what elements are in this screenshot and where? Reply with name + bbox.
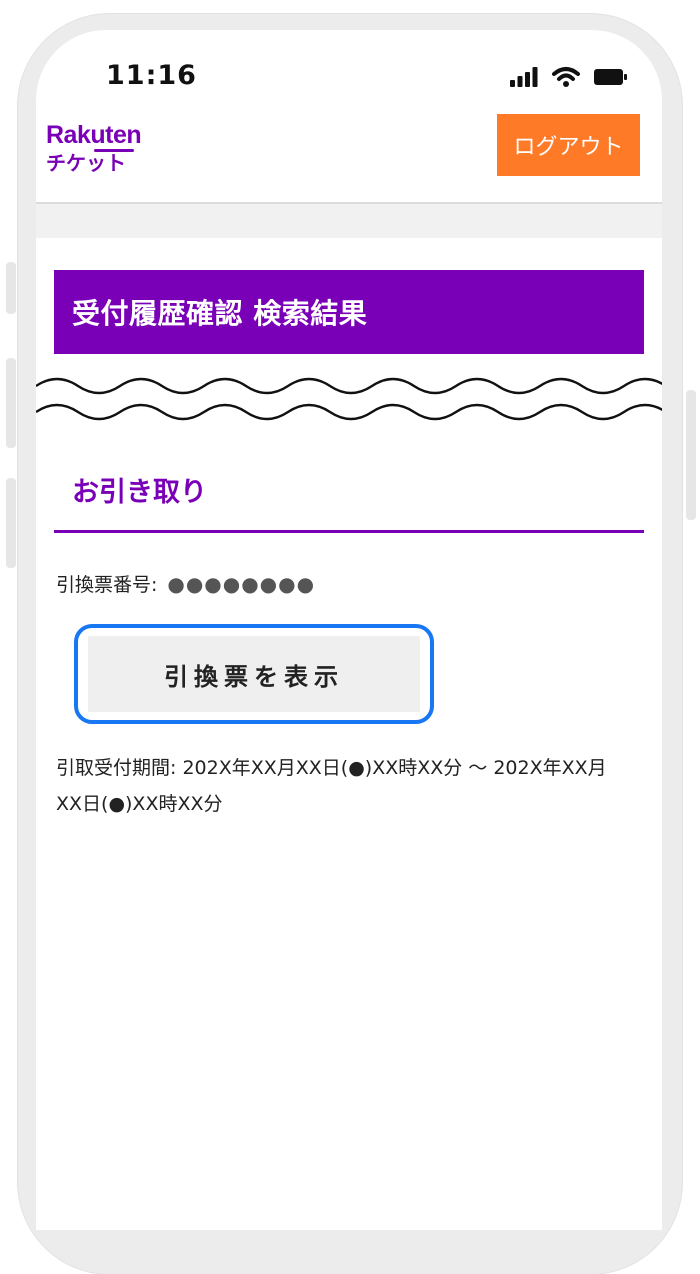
app-header: Rakuten チケット ログアウト (36, 110, 662, 204)
signal-icon (510, 67, 538, 91)
logo-text-bottom: チケット (46, 151, 126, 175)
status-time: 11:16 (106, 60, 197, 91)
logout-button[interactable]: ログアウト (497, 114, 640, 176)
battery-icon (594, 67, 628, 91)
side-button (6, 358, 16, 448)
logo-underline (94, 149, 134, 152)
ticket-number-label: 引換票番号: (56, 574, 158, 596)
rakuten-ticket-logo[interactable]: Rakuten チケット (46, 121, 142, 176)
status-icons (510, 66, 628, 92)
pickup-period-label: 引取受付期間: (56, 757, 177, 779)
show-ticket-button[interactable]: 引換票を表示 (88, 636, 420, 712)
logo-text-top: Rakuten (46, 121, 142, 149)
phone-screen: 11:16 Rakuten チケット ログアウト 受付履歴確認 検索結果 お引き… (36, 30, 662, 1230)
pickup-period: 引取受付期間: 202X年XX月XX日(●)XX時XX分 〜 202X年XX月X… (56, 750, 626, 822)
header-divider-band (36, 204, 662, 238)
page-title: 受付履歴確認 検索結果 (54, 270, 644, 354)
side-button (6, 262, 16, 314)
wifi-icon (552, 66, 580, 92)
side-button (6, 478, 16, 568)
wavy-divider (36, 377, 662, 421)
status-bar: 11:16 (36, 30, 662, 110)
section-underline (54, 530, 644, 533)
ticket-number-row: 引換票番号: ●●●●●●●● (56, 570, 315, 597)
ticket-number-value: ●●●●●●●● (167, 571, 316, 596)
side-button (686, 390, 696, 520)
section-title-pickup: お引き取り (72, 477, 207, 508)
